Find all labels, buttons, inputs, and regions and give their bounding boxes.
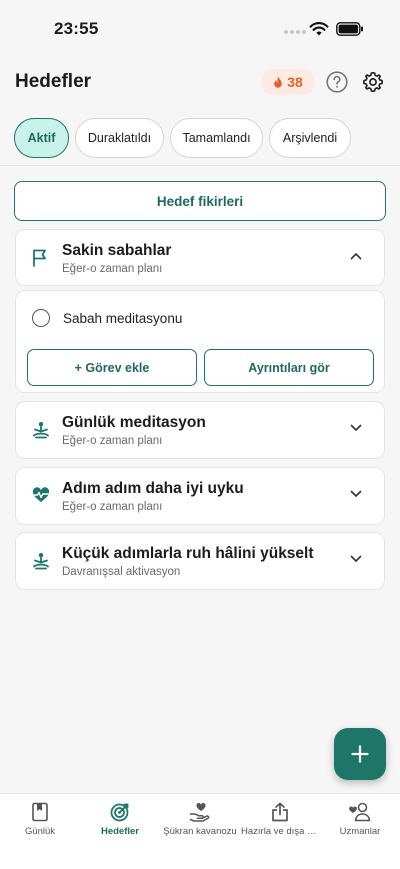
target-icon: [110, 803, 129, 822]
goal-ideas-button[interactable]: Hedef fikirleri: [14, 181, 386, 221]
flame-icon: [274, 76, 283, 88]
nav-item-gratitude[interactable]: Şükran kavanozu: [160, 794, 240, 844]
goal-subtitle: Davranışsal aktivasyon: [62, 566, 181, 578]
goal-title: Günlük meditasyon: [62, 414, 206, 431]
chevron-up-icon[interactable]: [350, 252, 362, 260]
meditation-icon: [33, 422, 49, 439]
goal-card[interactable]: Adım adım daha iyi uyku Eğer-o zaman pla…: [15, 467, 385, 525]
goal-tasks-panel: Sabah meditasyonu + Görev ekle Ayrıntıla…: [15, 290, 385, 393]
goal-card[interactable]: Küçük adımlarla ruh hâlini yükselt Davra…: [15, 532, 385, 590]
goal-subtitle: Eğer-o zaman planı: [62, 263, 163, 275]
tab-active[interactable]: Aktif: [14, 118, 69, 158]
nav-item-goals[interactable]: Hedefler: [80, 794, 160, 844]
goal-title: Küçük adımlarla ruh hâlini yükselt: [62, 545, 314, 562]
chevron-down-icon[interactable]: [350, 555, 362, 563]
task-checkbox[interactable]: [32, 309, 50, 327]
goal-title: Adım adım daha iyi uyku: [62, 480, 244, 497]
nav-item-export[interactable]: Hazırla ve dışa aktar: [240, 794, 320, 844]
heartbeat-icon: [32, 487, 50, 502]
journal-icon: [32, 802, 48, 822]
add-goal-button[interactable]: [334, 728, 386, 780]
gratitude-icon: [189, 802, 210, 822]
page-title: Hedefler: [15, 71, 92, 92]
tab-completed[interactable]: Tamamlandı: [170, 118, 263, 158]
goal-title: Sakin sabahlar: [62, 242, 172, 259]
nav-label: Günlük: [24, 826, 56, 837]
cellular-signal-icon: [284, 30, 306, 34]
plus-icon: [351, 745, 369, 763]
streak-count: 38: [287, 74, 303, 90]
add-task-button[interactable]: + Görev ekle: [27, 349, 197, 386]
help-icon[interactable]: [326, 71, 348, 93]
nav-label: Hazırla ve dışa aktar: [241, 826, 319, 837]
status-bar: 23:55: [0, 0, 400, 58]
nav-item-experts[interactable]: Uzmanlar: [320, 794, 400, 844]
meditation-icon: [33, 553, 49, 570]
see-details-button[interactable]: Ayrıntıları gör: [204, 349, 374, 386]
bottom-nav: Günlük Hedefler Şükran kavanozu Hazırla …: [0, 793, 400, 869]
chevron-down-icon[interactable]: [350, 490, 362, 498]
settings-gear-icon[interactable]: [362, 71, 384, 93]
share-icon: [272, 802, 288, 822]
goal-subtitle: Eğer-o zaman planı: [62, 435, 163, 447]
tab-archived[interactable]: Arşivlendi: [269, 118, 351, 158]
nav-label: Şükran kavanozu: [163, 826, 237, 837]
flag-icon: [33, 249, 46, 267]
goal-card[interactable]: Günlük meditasyon Eğer-o zaman planı: [15, 401, 385, 459]
status-time: 23:55: [54, 19, 99, 38]
goal-card[interactable]: Sakin sabahlar Eğer-o zaman planı: [15, 229, 385, 286]
nav-label: Uzmanlar: [339, 826, 381, 837]
page-header: Hedefler 38: [0, 62, 400, 106]
goal-subtitle: Eğer-o zaman planı: [62, 501, 163, 513]
chevron-down-icon[interactable]: [350, 424, 362, 432]
experts-icon: [349, 802, 371, 822]
task-label: Sabah meditasyonu: [63, 311, 183, 326]
tabs-divider: [0, 165, 400, 166]
nav-label: Hedefler: [100, 826, 139, 837]
nav-item-journal[interactable]: Günlük: [0, 794, 80, 844]
battery-icon: [336, 22, 363, 36]
tab-paused[interactable]: Duraklatıldı: [75, 118, 164, 158]
streak-badge[interactable]: 38: [261, 69, 315, 95]
wifi-icon: [309, 22, 329, 36]
status-tabs: Aktif Duraklatıldı Tamamlandı Arşivlendi: [14, 118, 351, 158]
